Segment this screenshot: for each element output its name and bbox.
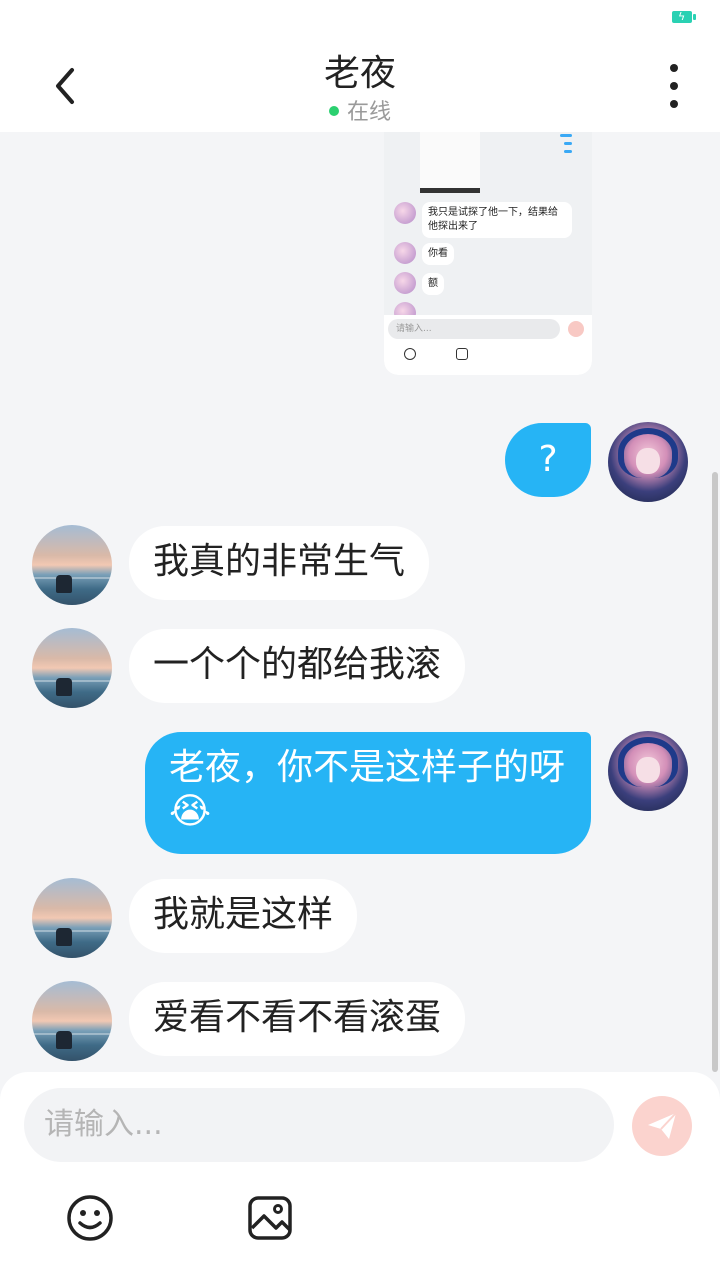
avatar-horizon — [32, 930, 112, 932]
screenshot-emoji-icon — [404, 348, 416, 360]
incoming-message-bubble[interactable]: 我就是这样 — [129, 879, 358, 953]
screenshot-avatar — [394, 202, 416, 224]
send-icon — [648, 1112, 677, 1139]
online-dot-icon — [328, 106, 339, 116]
avatar-figure — [56, 678, 72, 696]
my-avatar[interactable] — [608, 422, 688, 502]
chat-title: 老夜 — [323, 53, 396, 94]
outgoing-message-bubble[interactable]: 老夜，你不是这样子的呀😭 — [145, 732, 591, 854]
my-avatar[interactable] — [608, 731, 688, 811]
more-dot-icon — [670, 100, 678, 108]
shared-screenshot-image[interactable]: 我只是试探了他一下，结果给他探出来了 你看 额 请输入... — [384, 132, 592, 375]
screenshot-bubble-mark — [564, 150, 572, 153]
screenshot-input: 请输入... — [388, 319, 560, 339]
screenshot-message: 你看 — [422, 243, 454, 265]
more-dot-icon — [670, 64, 678, 72]
avatar-horizon — [32, 577, 112, 579]
image-icon — [248, 1196, 292, 1240]
emoji-icon — [67, 1195, 113, 1241]
avatar-figure — [56, 928, 72, 946]
screenshot-send-icon — [568, 321, 584, 337]
incoming-message-bubble[interactable]: 爱看不看不看滚蛋 — [129, 982, 466, 1056]
screenshot-bubble-mark — [560, 134, 572, 137]
screenshot-avatar — [394, 272, 416, 294]
avatar-face-shape — [636, 757, 660, 783]
outgoing-message-bubble[interactable]: ? — [505, 423, 591, 497]
avatar-horizon — [32, 1033, 112, 1035]
battery-icon: ϟ — [672, 11, 696, 23]
avatar-figure — [56, 1031, 72, 1049]
screenshot-top-region — [420, 132, 480, 193]
emoji-button[interactable] — [66, 1194, 114, 1242]
screenshot-message: 我只是试探了他一下，结果给他探出来了 — [422, 202, 572, 238]
image-button[interactable] — [246, 1194, 294, 1242]
message-input[interactable]: 请输入... — [24, 1088, 614, 1162]
message-composer: 请输入... — [0, 1072, 720, 1280]
screenshot-image-icon — [456, 348, 468, 360]
send-button[interactable] — [632, 1096, 692, 1156]
avatar-figure — [56, 575, 72, 593]
contact-avatar[interactable] — [32, 981, 112, 1061]
online-status-label: 在线 — [346, 100, 391, 125]
screenshot-bubble-mark — [564, 142, 572, 145]
screenshot-message: 额 — [422, 273, 444, 295]
incoming-message-bubble[interactable]: 我真的非常生气 — [129, 526, 430, 600]
avatar-horizon — [32, 680, 112, 682]
contact-avatar[interactable] — [32, 878, 112, 958]
more-dot-icon — [670, 82, 678, 90]
more-options-button[interactable] — [654, 64, 694, 108]
avatar-face-shape — [636, 448, 660, 474]
status-bar: ϟ — [0, 0, 720, 36]
contact-avatar[interactable] — [32, 628, 112, 708]
incoming-message-bubble[interactable]: 一个个的都给我滚 — [129, 629, 466, 703]
scrollbar[interactable] — [712, 472, 718, 1072]
screenshot-avatar — [394, 242, 416, 264]
online-status: 在线 — [0, 94, 720, 126]
contact-avatar[interactable] — [32, 525, 112, 605]
chat-header: 老夜 在线 — [0, 36, 720, 132]
